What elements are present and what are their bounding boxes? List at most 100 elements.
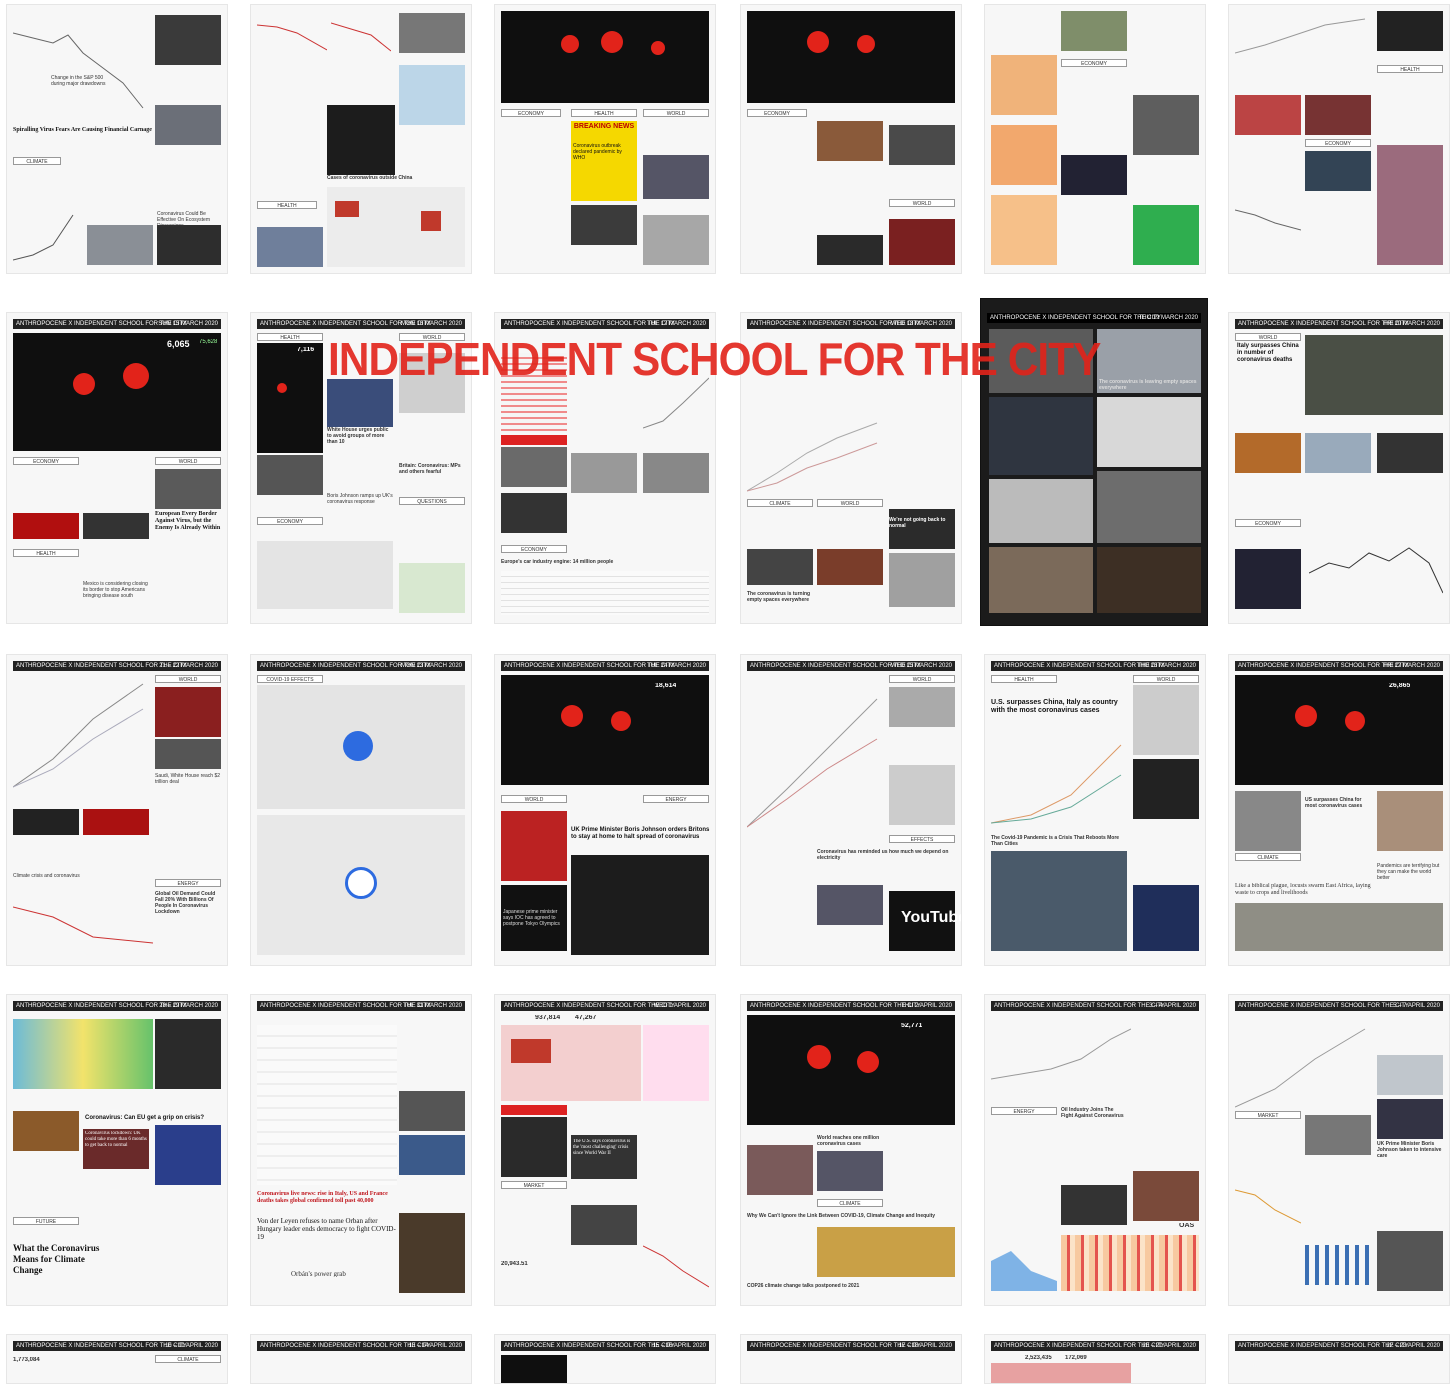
section-label: ENERGY [643, 795, 709, 803]
photo [989, 397, 1093, 475]
tile-header: ANTHROPOCENE X INDEPENDENT SCHOOL FOR TH… [991, 1001, 1199, 1011]
recovered-count: 75,628 [199, 339, 218, 345]
photo [571, 453, 637, 493]
world-map [327, 187, 465, 267]
world-map-dashboard [501, 1355, 567, 1383]
headline: UK Prime Minister Boris Johnson taken to… [1377, 1141, 1442, 1159]
photo [1305, 95, 1371, 135]
tile-header: ANTHROPOCENE X INDEPENDENT SCHOOL FOR TH… [13, 319, 221, 329]
collage-tile: ANTHROPOCENE X INDEPENDENT SCHOOL FOR TH… [1228, 994, 1450, 1306]
stock-line-chart [13, 32, 144, 109]
photo [889, 219, 955, 265]
section-label: WORLD [155, 675, 221, 683]
headline: Why We Can't Ignore the Link Between COV… [747, 1213, 936, 1219]
photo [399, 13, 465, 53]
section-label: ECONOMY [747, 109, 807, 117]
tile-header: ANTHROPOCENE X INDEPENDENT SCHOOL FOR TH… [501, 1001, 709, 1011]
graphic [1133, 205, 1199, 265]
line-chart [1235, 18, 1366, 54]
section-label: COVID-19 EFFECTS [257, 675, 323, 683]
section-label: HEALTH [257, 201, 317, 209]
section-label: HEALTH [13, 549, 79, 557]
section-label: ECONOMY [501, 109, 561, 117]
photo [1377, 11, 1443, 51]
collage-tile: ANTHROPOCENE X INDEPENDENT SCHOOL FOR TH… [984, 1334, 1206, 1384]
map-graphic [399, 65, 465, 125]
collage-tile: ECONOMY HEALTH WORLD BREAKING NEWS Coron… [494, 4, 716, 274]
collage-tile: ANTHROPOCENE X INDEPENDENT SCHOOL FOR TH… [250, 654, 472, 966]
collage-grid: Change in the S&P 500 during major drawd… [0, 0, 1456, 1384]
tile-header: ANTHROPOCENE X INDEPENDENT SCHOOL FOR TH… [747, 319, 955, 329]
photo [155, 105, 221, 145]
headline: US surpasses China for most coronavirus … [1305, 797, 1363, 809]
photo [889, 553, 955, 607]
line-chart [991, 1028, 1131, 1080]
collage-tile: ECONOMY [984, 4, 1206, 274]
youtube-logo: YouTube [901, 909, 962, 926]
headline: UK Prime Minister Boris Johnson orders B… [571, 827, 710, 840]
world-map [257, 541, 393, 609]
headline: The coronavirus is turning empty spaces … [747, 591, 811, 603]
tile-header: ANTHROPOCENE X INDEPENDENT SCHOOL FOR TH… [991, 661, 1199, 671]
photo [155, 469, 221, 509]
section-label: WORLD [1235, 333, 1301, 341]
photo [257, 455, 323, 495]
photo [501, 811, 567, 881]
photo [889, 687, 955, 727]
collage-tile: HEALTH Cases of coronavirus outside Chin… [250, 4, 472, 274]
collage-tile: ANTHROPOCENE X INDEPENDENT SCHOOL FOR TH… [1228, 1334, 1450, 1384]
photo [1061, 1185, 1127, 1225]
news-banner [13, 513, 79, 539]
collage-tile: ANTHROPOCENE X INDEPENDENT SCHOOL FOR TH… [740, 1334, 962, 1384]
section-label: MARKET [501, 1181, 567, 1189]
news-banner [13, 809, 79, 835]
headline: World reaches one million coronavirus ca… [817, 1135, 880, 1147]
section-label: WORLD [501, 795, 567, 803]
radial-chart-center [345, 867, 377, 899]
headline: What the Coronavirus Means for Climate C… [13, 1243, 100, 1275]
line-chart [13, 906, 153, 944]
collage-tile: ANTHROPOCENE X INDEPENDENT SCHOOL FOR TH… [6, 994, 228, 1306]
tile-header: ANTHROPOCENE X INDEPENDENT SCHOOL FOR TH… [747, 1341, 955, 1351]
photo [1235, 791, 1301, 851]
collage-tile: ANTHROPOCENE X INDEPENDENT SCHOOL FOR TH… [494, 1334, 716, 1384]
collage-tile: ANTHROPOCENE X INDEPENDENT SCHOOL FOR TH… [494, 994, 716, 1306]
photo [157, 225, 221, 265]
map-highlight [511, 1039, 551, 1063]
photo [155, 1125, 221, 1185]
section-label: ENERGY [991, 1107, 1057, 1115]
case-count: 7,116 [297, 347, 315, 353]
chart-graphic [1133, 885, 1199, 951]
photo [889, 509, 955, 549]
photo [817, 549, 883, 585]
photo [817, 235, 883, 265]
data-table [501, 571, 709, 615]
world-map-dashboard [257, 343, 323, 453]
line-chart [331, 22, 391, 52]
headline: Pandemics are terrifying but they can ma… [1377, 863, 1440, 881]
area-chart [991, 1251, 1057, 1291]
photo [571, 855, 709, 955]
overlay-title: INDEPENDENT SCHOOL FOR THE CITY [328, 333, 1101, 385]
photo [399, 1213, 465, 1293]
headline: Japanese prime minister says IOC has agr… [503, 909, 560, 927]
line-chart [747, 698, 878, 828]
collage-tile: ECONOMY WORLD [740, 4, 962, 274]
caption: Coronavirus Could Be Effective On Ecosys… [157, 211, 210, 229]
world-map [501, 1025, 641, 1101]
world-map-dashboard [747, 11, 955, 103]
headline: Global Oil Demand Could Fall 20% With Bi… [155, 891, 216, 915]
photo [13, 1111, 79, 1151]
section-label: QUESTIONS [399, 497, 465, 505]
chart-graphic [643, 1025, 709, 1101]
section-label: ECONOMY [1061, 59, 1127, 67]
headline: The U.S. says coronavirus is the 'most c… [573, 1139, 631, 1156]
headline: U.S. surpasses China, Italy as country w… [991, 699, 1118, 714]
headline: Von der Leyen refuses to name Orban afte… [257, 1217, 396, 1241]
photo [501, 447, 567, 487]
line-chart [13, 214, 74, 261]
photo [155, 15, 221, 65]
world-map-dashboard [13, 333, 221, 451]
photo [1305, 433, 1371, 473]
line-chart [1309, 547, 1443, 594]
